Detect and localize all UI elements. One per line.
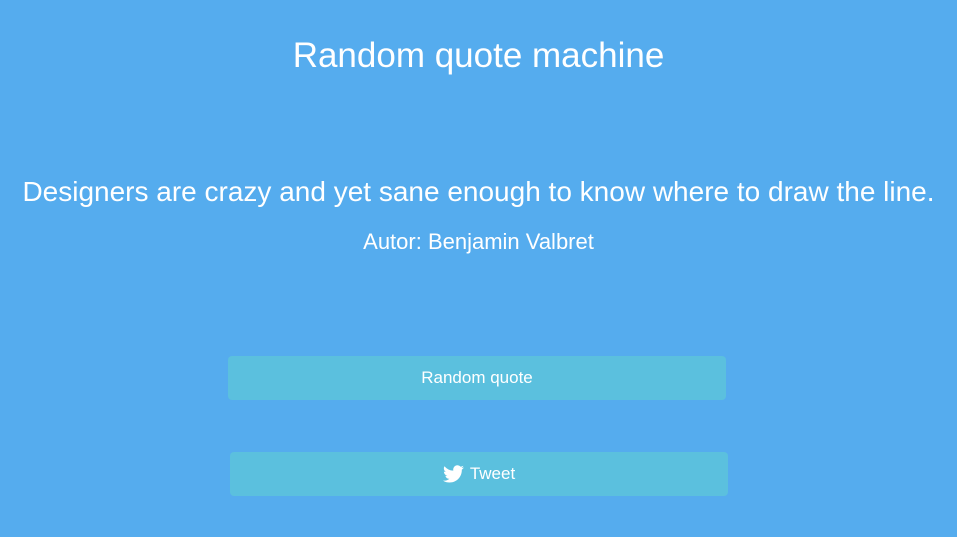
tweet-label: Tweet [469,464,516,483]
quote-author: Autor: Benjamin Valbret [363,229,594,254]
quote-text: Designers are crazy and yet sane enough … [22,176,935,207]
tweet-button[interactable]: Tweet [230,452,728,496]
random-quote-label: Random quote [421,368,533,387]
random-quote-button[interactable]: Random quote [228,356,726,400]
page-title: Random quote machine [292,36,665,75]
page: Random quote machine Designers are crazy… [0,0,957,537]
twitter-bird-icon [442,465,464,483]
